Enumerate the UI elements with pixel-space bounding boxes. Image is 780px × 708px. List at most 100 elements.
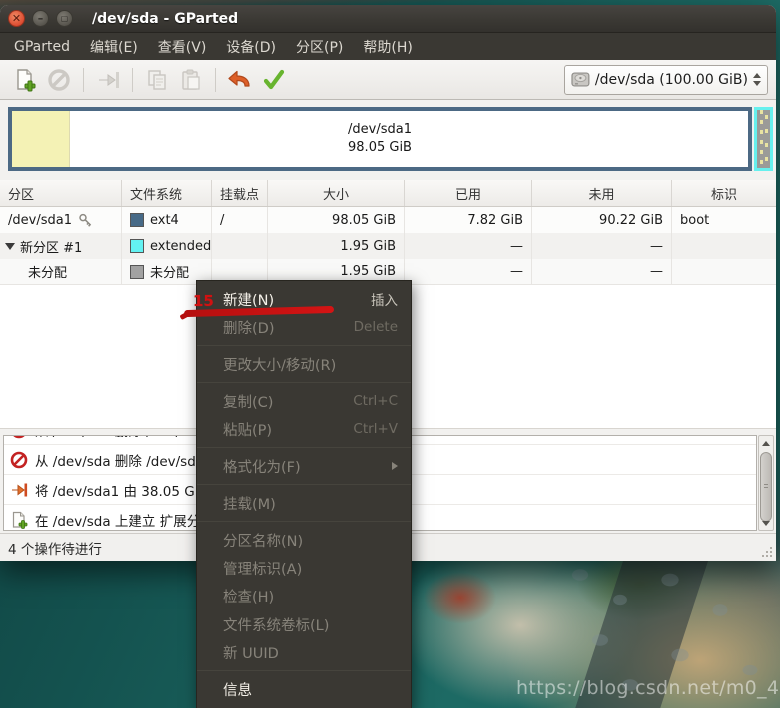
device-selector[interactable]: /dev/sda (100.00 GiB) [564, 64, 768, 95]
table-row-new-partition[interactable]: 新分区 #1 extended 1.95 GiB — — [0, 233, 776, 259]
device-selector-spinner[interactable] [753, 73, 761, 86]
partition-table-header: 分区 文件系统 挂载点 大小 已用 未用 标识 [0, 180, 776, 207]
apply-button[interactable] [257, 64, 291, 96]
flags [672, 233, 776, 259]
minimize-button[interactable]: – [32, 10, 49, 27]
titlebar[interactable]: ✕ – ▢ /dev/sda - GParted [0, 5, 776, 33]
desktop: https://blog.csdn.net/m0_43403238 ✕ – ▢ … [0, 0, 780, 708]
fs-color-swatch-unallocated [130, 264, 144, 279]
ctx-item-resize-move[interactable]: 更改大小/移动(R) [197, 350, 411, 378]
partition-name: /dev/sda1 [8, 212, 72, 228]
toolbar: /dev/sda (100.00 GiB) [0, 60, 776, 100]
partition-visual-extended[interactable] [754, 107, 773, 171]
spinner-up-icon [753, 73, 761, 78]
paste-button[interactable] [174, 64, 208, 96]
header-flags[interactable]: 标识 [672, 180, 776, 206]
unused: 90.22 GiB [532, 207, 672, 233]
header-size[interactable]: 大小 [268, 180, 405, 206]
fs-color-swatch-extended [130, 239, 144, 253]
spinner-down-icon [753, 81, 761, 86]
ctx-label: 挂载(M) [223, 496, 276, 513]
apply-icon [263, 69, 285, 89]
menu-gparted[interactable]: GParted [4, 35, 80, 59]
header-partition[interactable]: 分区 [0, 180, 122, 206]
partition-visual-sda1[interactable]: /dev/sda1 98.05 GiB [8, 107, 752, 171]
ctx-label: 新建(N) [223, 292, 275, 309]
scroll-up-icon[interactable] [759, 436, 773, 450]
resize-move-icon [99, 71, 119, 88]
ctx-separator [197, 382, 411, 383]
ctx-accel: Delete [353, 319, 398, 335]
undo-button[interactable] [223, 64, 257, 96]
toolbar-separator [215, 67, 216, 92]
size: 1.95 GiB [268, 233, 405, 259]
menu-help[interactable]: 帮助(H) [353, 33, 422, 61]
ctx-item-new-uuid[interactable]: 新 UUID [197, 638, 411, 666]
new-partition-icon [17, 68, 36, 91]
delete-operation-icon [13, 436, 25, 438]
header-unused[interactable]: 未用 [532, 180, 672, 206]
ctx-item-label-filesystem[interactable]: 文件系统卷标(L) [197, 610, 411, 638]
ctx-separator [197, 484, 411, 485]
close-button[interactable]: ✕ [8, 10, 25, 27]
menu-view[interactable]: 查看(V) [148, 33, 217, 61]
table-row-sda1[interactable]: /dev/sda1 ext4 / 98.05 GiB 7.82 GiB 90.2… [0, 207, 776, 233]
ctx-label: 删除(D) [223, 320, 275, 337]
watermark-url: https://blog.csdn.net/m0_43403238 [516, 677, 780, 699]
resize-operation-icon [12, 483, 28, 496]
mountpoint: / [212, 207, 268, 233]
ctx-item-name-partition[interactable]: 分区名称(N) [197, 526, 411, 554]
new-partition-button[interactable] [8, 64, 42, 96]
maximize-button[interactable]: ▢ [56, 10, 73, 27]
ctx-item-delete[interactable]: 删除(D) Delete [197, 313, 411, 341]
ctx-item-manage-flags[interactable]: 管理标识(A) [197, 554, 411, 582]
flags [672, 259, 776, 284]
ctx-label: 粘贴(P) [223, 422, 273, 439]
ctx-separator [197, 447, 411, 448]
menu-partition[interactable]: 分区(P) [286, 33, 353, 61]
fs-color-swatch-ext4 [130, 213, 144, 227]
ctx-separator [197, 670, 411, 671]
ctx-item-copy[interactable]: 复制(C) Ctrl+C [197, 387, 411, 415]
header-mountpoint[interactable]: 挂载点 [212, 180, 268, 206]
ctx-label: 检查(H) [223, 589, 275, 606]
ctx-item-mount[interactable]: 挂载(M) [197, 489, 411, 517]
scrollbar-thumb[interactable] [760, 452, 772, 522]
used-space-block [12, 111, 70, 167]
resize-move-button[interactable] [91, 64, 125, 96]
operation-text: 将 /dev/sda1 由 38.05 GiB [35, 483, 208, 500]
minimize-icon: – [37, 12, 44, 25]
ctx-item-format-to[interactable]: 格式化为(F) [197, 452, 411, 480]
annotation-step-number: 15 [193, 292, 214, 310]
delete-partition-button[interactable] [42, 64, 76, 96]
menu-edit[interactable]: 编辑(E) [80, 33, 148, 61]
fs-label: ext4 [150, 212, 179, 228]
menu-device[interactable]: 设备(D) [216, 33, 286, 61]
used: 7.82 GiB [405, 207, 532, 233]
paste-icon [182, 69, 200, 90]
operations-scrollbar[interactable] [758, 435, 774, 531]
unused: — [532, 259, 672, 284]
partition-name: 新分区 #1 [20, 240, 83, 256]
scroll-down-icon[interactable] [759, 516, 773, 530]
ctx-item-check[interactable]: 检查(H) [197, 582, 411, 610]
resize-grip[interactable] [760, 545, 773, 558]
ctx-label: 复制(C) [223, 394, 274, 411]
operation-text: 在 /dev/sda 上建立 扩展分 [35, 513, 201, 530]
ctx-item-information[interactable]: 信息 [197, 675, 411, 703]
header-used[interactable]: 已用 [405, 180, 532, 206]
ctx-label: 分区名称(N) [223, 533, 304, 550]
used: — [405, 233, 532, 259]
ctx-separator [197, 521, 411, 522]
mountpoint [212, 233, 268, 259]
header-filesystem[interactable]: 文件系统 [122, 180, 212, 206]
copy-icon [148, 69, 166, 90]
ctx-item-paste[interactable]: 粘贴(P) Ctrl+V [197, 415, 411, 443]
copy-button[interactable] [140, 64, 174, 96]
expander-icon[interactable] [5, 242, 15, 250]
disk-icon [571, 72, 590, 87]
ctx-separator [197, 345, 411, 346]
ctx-label: 更改大小/移动(R) [223, 357, 337, 374]
ctx-accel: Ctrl+C [353, 393, 398, 409]
menubar: GParted 编辑(E) 查看(V) 设备(D) 分区(P) 帮助(H) [0, 33, 776, 60]
